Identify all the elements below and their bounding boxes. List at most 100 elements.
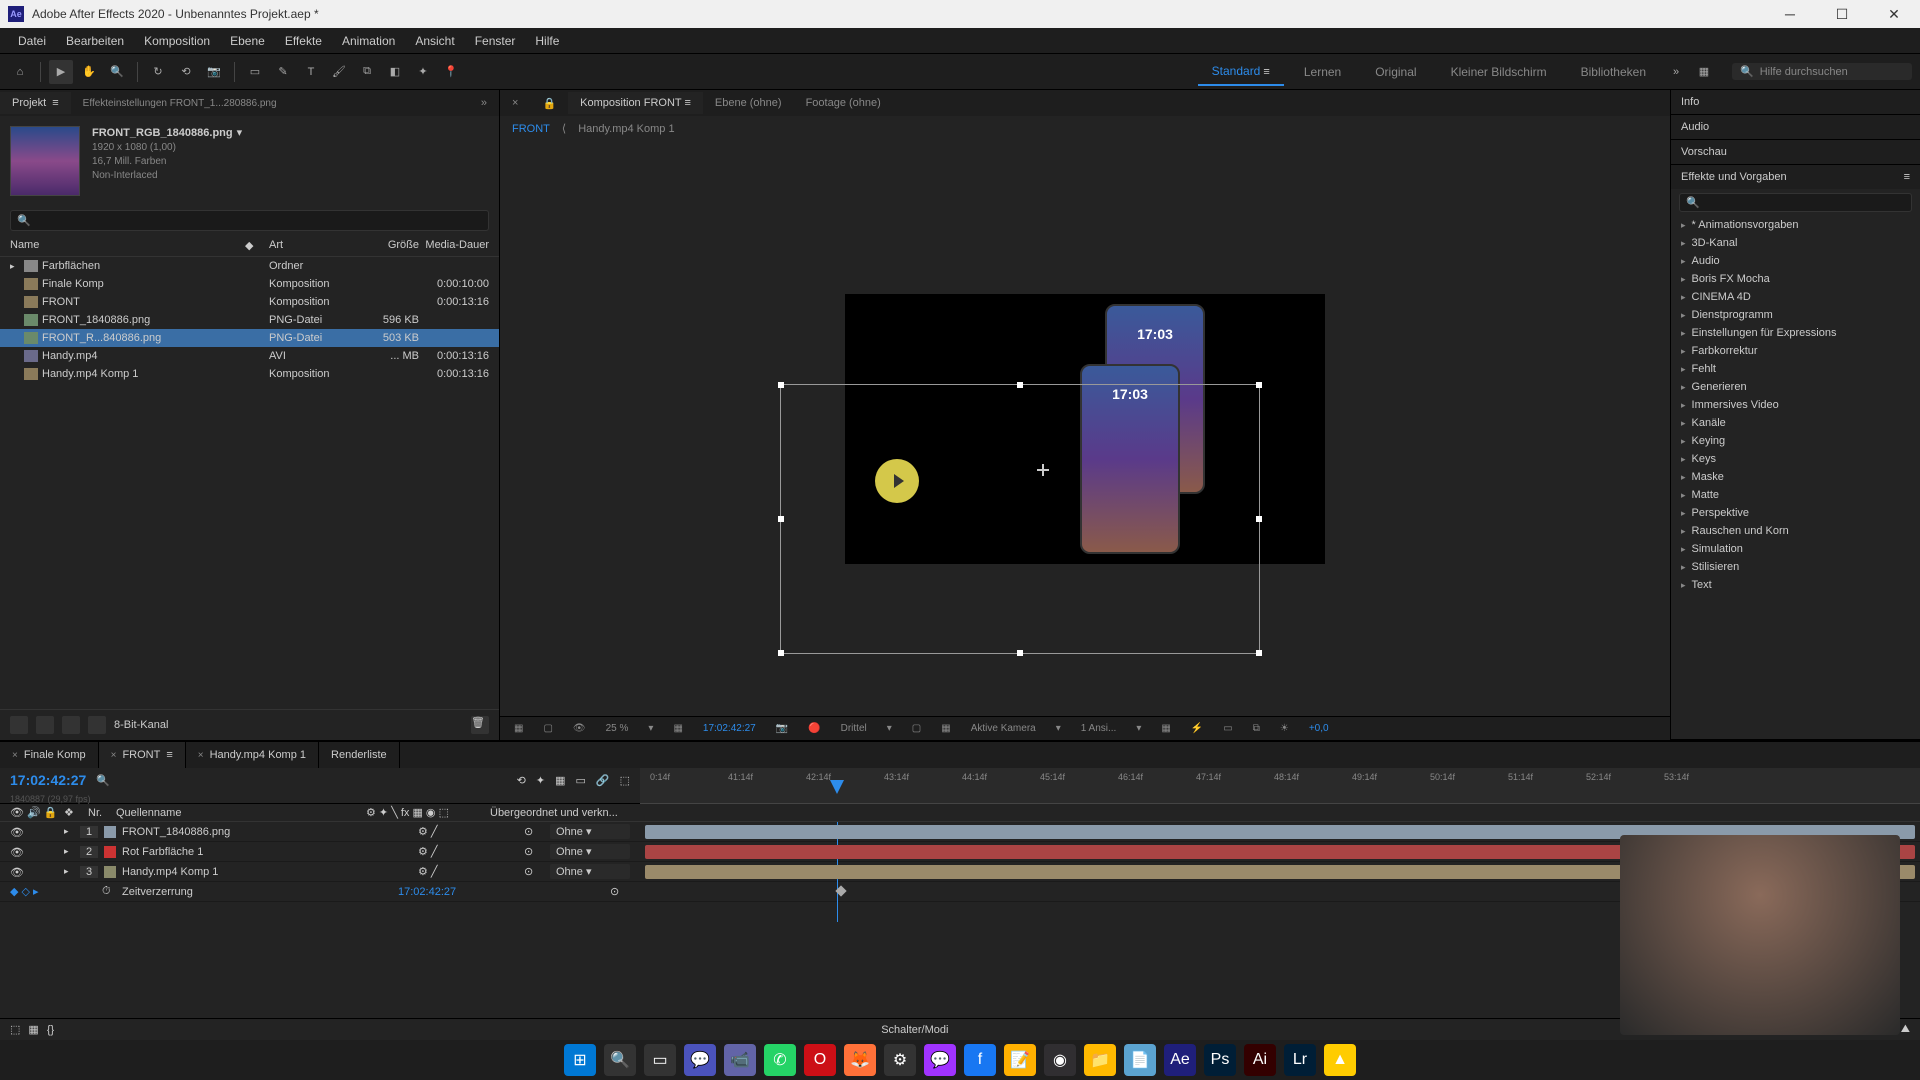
anchor-point-icon[interactable] [1037,464,1049,476]
resize-handle[interactable] [1017,382,1023,388]
viewer-timecode[interactable]: 17:02:42:27 [697,721,762,736]
effect-category[interactable]: ▸Immersives Video [1671,396,1920,414]
views-select[interactable]: 1 Ansi... [1075,721,1123,736]
brush-tool[interactable]: 🖌 [327,60,351,84]
resize-handle[interactable] [778,650,784,656]
search-help[interactable]: 🔍 Hilfe durchsuchen [1732,63,1912,80]
timeline-toggle-icon[interactable]: ⬚ [10,1023,20,1036]
taskbar-explorer[interactable]: 📁 [1084,1044,1116,1076]
panel-info[interactable]: Info [1671,90,1920,114]
workspace-lernen[interactable]: Lernen [1290,59,1355,85]
dropdown-icon[interactable]: ▾ [237,126,243,139]
col-dur[interactable]: Media-Dauer [419,239,489,252]
menu-fenster[interactable]: Fenster [465,30,526,52]
close-button[interactable]: ✕ [1876,0,1912,28]
workspace-bibliotheken[interactable]: Bibliotheken [1567,59,1660,85]
breadcrumb-current[interactable]: FRONT [512,123,550,135]
project-row[interactable]: FRONT_R...840886.pngPNG-Datei503 KB [0,329,499,347]
effects-search[interactable]: 🔍 [1679,193,1912,212]
timeline-tab[interactable]: Renderliste [319,742,400,768]
project-row[interactable]: Handy.mp4 Komp 1Komposition0:00:13:16 [0,365,499,383]
bit-depth[interactable]: 8-Bit-Kanal [114,719,168,731]
effect-category[interactable]: ▸Perspektive [1671,504,1920,522]
taskbar-start[interactable]: ⊞ [564,1044,596,1076]
shape-tool[interactable]: ▭ [243,60,267,84]
col-name[interactable]: Name [10,239,245,252]
taskbar-ae[interactable]: Ae [1164,1044,1196,1076]
col-type[interactable]: Art [269,239,359,252]
taskbar-facebook[interactable]: f [964,1044,996,1076]
eraser-tool[interactable]: ◧ [383,60,407,84]
roto-tool[interactable]: ✦ [411,60,435,84]
timeline-button[interactable]: ▭ [1217,721,1238,736]
effect-category[interactable]: ▸3D-Kanal [1671,234,1920,252]
orbit-tool[interactable]: ↻ [146,60,170,84]
col-tag[interactable]: ◆ [245,239,269,252]
taskbar-meet[interactable]: 📹 [724,1044,756,1076]
home-tool[interactable]: ⌂ [8,60,32,84]
text-tool[interactable]: T [299,60,323,84]
roi-button[interactable]: ▢ [906,721,927,736]
resize-handle[interactable] [778,382,784,388]
exposure-reset-button[interactable]: ☀ [1274,721,1295,736]
effect-category[interactable]: ▸Einstellungen für Expressions [1671,324,1920,342]
timeline-search-icon[interactable]: 🔍 [96,774,110,787]
alpha-button[interactable]: ▦ [508,721,529,736]
taskbar-lr[interactable]: Lr [1284,1044,1316,1076]
transparency-button[interactable]: ▦ [935,721,956,736]
timeline-tool-icon[interactable]: ▭ [575,774,585,787]
workspace-standard[interactable]: Standard ≡ [1198,58,1284,86]
workspace-settings-icon[interactable]: ▦ [1692,60,1716,84]
project-row[interactable]: FRONT_1840886.pngPNG-Datei596 KB [0,311,499,329]
project-row[interactable]: ▸FarbflächenOrdner [0,257,499,275]
switch-mode-label[interactable]: Schalter/Modi [62,1024,1767,1036]
resolution-icon[interactable]: ▦ [667,721,688,736]
effect-category[interactable]: ▸CINEMA 4D [1671,288,1920,306]
resize-handle[interactable] [1017,650,1023,656]
resize-handle[interactable] [778,516,784,522]
panel-effects[interactable]: Effekte und Vorgaben≡ [1671,165,1920,189]
taskbar-app1[interactable]: ⚙ [884,1044,916,1076]
pen-tool[interactable]: ✎ [271,60,295,84]
taskbar-obs[interactable]: ◉ [1044,1044,1076,1076]
camera-select[interactable]: Aktive Kamera [965,721,1042,736]
taskbar-search[interactable]: 🔍 [604,1044,636,1076]
effect-category[interactable]: ▸Rauschen und Korn [1671,522,1920,540]
effect-category[interactable]: ▸Text [1671,576,1920,594]
resize-handle[interactable] [1256,516,1262,522]
panel-preview[interactable]: Vorschau [1671,140,1920,164]
close-panel[interactable]: × [500,92,530,114]
timeline-toggle-icon[interactable]: ▦ [28,1023,38,1036]
timeline-tab[interactable]: ×FRONT ≡ [99,742,186,768]
tab-footage[interactable]: Footage (ohne) [794,92,893,114]
zoom-tool[interactable]: 🔍 [105,60,129,84]
hand-tool[interactable]: ✋ [77,60,101,84]
project-row[interactable]: Handy.mp4AVI... MB0:00:13:16 [0,347,499,365]
snapshot-button[interactable]: 📷 [770,721,794,736]
timeline-tool-icon[interactable]: 🔗 [596,774,610,787]
maximize-button[interactable]: ☐ [1824,0,1860,28]
project-search[interactable]: 🔍 [10,210,489,231]
col-size[interactable]: Größe [359,239,419,252]
new-folder-button[interactable] [36,716,54,734]
flowchart-button[interactable]: ⧉ [1247,721,1266,736]
new-comp-button[interactable] [62,716,80,734]
mask-button[interactable]: 👁 [567,721,592,736]
exposure-value[interactable]: +0,0 [1303,721,1335,736]
timeline-tab[interactable]: ×Finale Komp [0,742,99,768]
taskbar-opera[interactable]: O [804,1044,836,1076]
panel-overflow[interactable]: » [469,92,499,114]
tab-project[interactable]: Projekt≡ [0,92,71,114]
clone-tool[interactable]: ⧉ [355,60,379,84]
taskbar-messenger[interactable]: 💬 [924,1044,956,1076]
fast-preview-button[interactable]: ⚡ [1185,721,1209,736]
timeline-tool-icon[interactable]: ⟲ [517,774,526,787]
taskbar-firefox[interactable]: 🦊 [844,1044,876,1076]
pixel-aspect-button[interactable]: ▦ [1155,721,1176,736]
panel-audio[interactable]: Audio [1671,115,1920,139]
effect-category[interactable]: ▸Fehlt [1671,360,1920,378]
tab-layer[interactable]: Ebene (ohne) [703,92,794,114]
menu-bearbeiten[interactable]: Bearbeiten [56,30,134,52]
interpret-footage-button[interactable] [10,716,28,734]
delete-button[interactable]: 🗑 [471,716,489,734]
